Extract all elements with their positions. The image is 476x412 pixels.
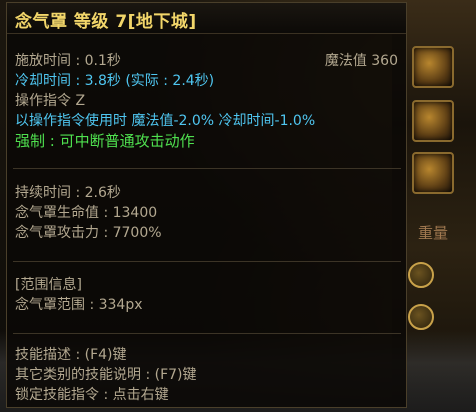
skill-tooltip: 念气罩 等级 7[地下城] 施放时间 : 0.1秒 魔法值 360 冷却时间 :… (6, 2, 407, 408)
item-slot[interactable] (412, 46, 454, 88)
command-bonus: 以操作指令使用时 魔法值-2.0% 冷却时间-1.0% (15, 113, 316, 129)
cast-time: 施放时间 : 0.1秒 (15, 53, 121, 69)
range-header: [范围信息] (15, 277, 82, 293)
command: 操作指令 Z (15, 93, 86, 109)
cooldown: 冷却时间 : 3.8秒 (实际 : 2.4秒) (15, 73, 215, 89)
range-value: 念气罩范围 : 334px (15, 297, 143, 313)
item-slot[interactable] (412, 152, 454, 194)
ring-icon (408, 262, 434, 288)
divider (13, 333, 401, 334)
weight-label: 重量 (418, 224, 449, 242)
ring-icon (408, 304, 434, 330)
shield-atk: 念气罩攻击力 : 7700% (15, 225, 162, 241)
mp-cost: 魔法值 360 (324, 53, 398, 69)
game-screen: 重量 念气罩 等级 7[地下城] 施放时间 : 0.1秒 魔法值 360 冷却时… (0, 0, 476, 412)
other-skill-hint: 其它类别的技能说明 : (F7)键 (15, 367, 197, 383)
divider (13, 261, 401, 262)
tooltip-title-bar: 念气罩 等级 7[地下城] (7, 3, 406, 34)
force-interrupt: 强制 : 可中断普通攻击动作 (15, 132, 195, 150)
item-slot[interactable] (412, 100, 454, 142)
skill-desc-hint: 技能描述 : (F4)键 (15, 347, 127, 363)
skill-title: 念气罩 等级 7[地下城] (15, 12, 197, 32)
divider (13, 168, 401, 169)
duration: 持续时间 : 2.6秒 (15, 185, 121, 201)
shield-hp: 念气罩生命值 : 13400 (15, 205, 158, 221)
lock-skill-hint: 锁定技能指令 : 点击右键 (15, 387, 169, 403)
